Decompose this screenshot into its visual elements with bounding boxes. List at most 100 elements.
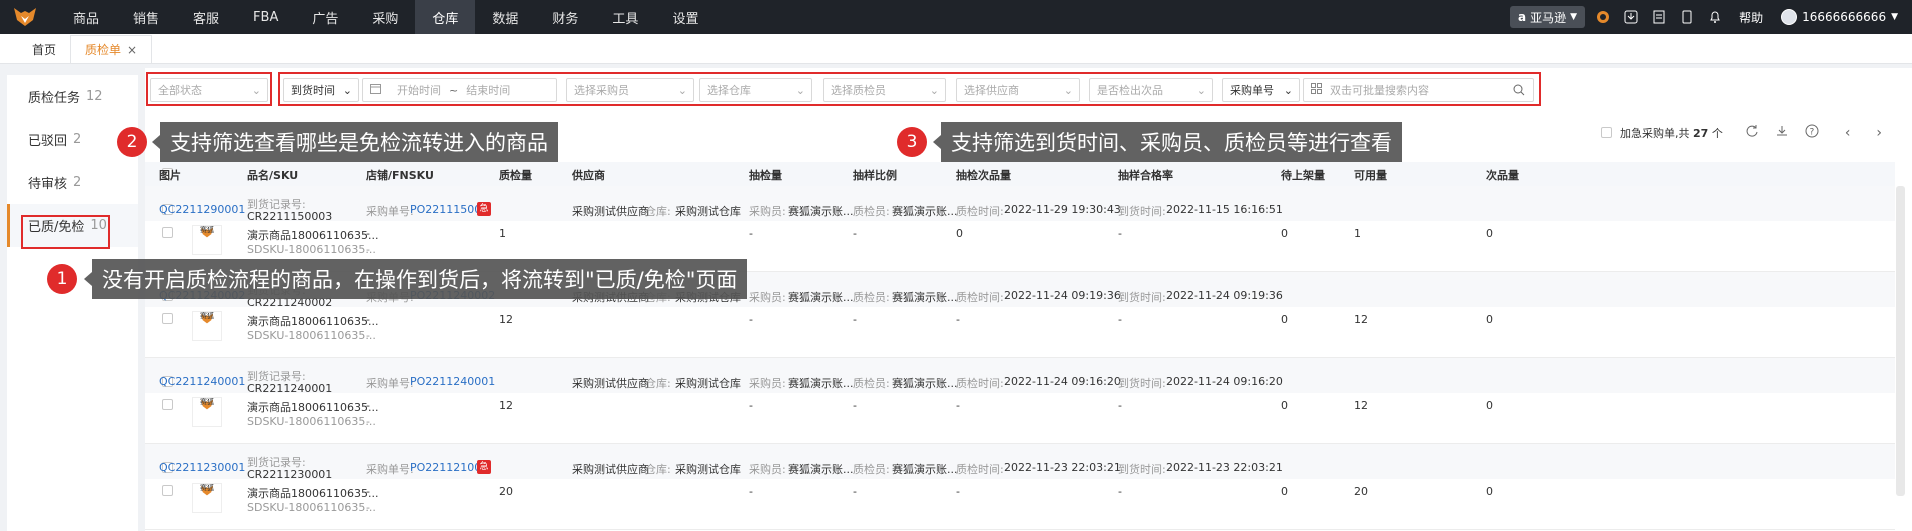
qc-order-link[interactable]: QC2211240001 bbox=[159, 375, 245, 388]
column-header: 抽检量 bbox=[749, 169, 782, 182]
qc-time: 2022-11-24 09:16:20 bbox=[1004, 375, 1121, 388]
sample-ratio: - bbox=[853, 227, 857, 240]
qc-time: 2022-11-23 22:03:21 bbox=[1004, 461, 1121, 474]
product-name: 演示商品18006110635... bbox=[247, 401, 379, 414]
fnsku: - bbox=[366, 329, 370, 342]
qc-order-link[interactable]: QC2211230001 bbox=[159, 461, 245, 474]
inspector-label: 质检员: bbox=[853, 463, 890, 476]
nav-item[interactable]: 工具 bbox=[595, 0, 655, 34]
fnsku: - bbox=[366, 243, 370, 256]
product-image[interactable]: 赛狐 bbox=[192, 225, 222, 255]
item-checkbox[interactable] bbox=[162, 313, 173, 324]
record-header-row: QC2211290001 到货记录号: CR2211150003 采购单号: PO221… bbox=[145, 186, 1895, 223]
available-quantity: 1 bbox=[1354, 227, 1361, 240]
buyer-label: 采购员: bbox=[749, 205, 786, 218]
next-page-icon[interactable]: › bbox=[1876, 125, 1882, 141]
sample-quantity: - bbox=[749, 399, 753, 412]
pass-rate: - bbox=[1118, 399, 1122, 412]
help-icon[interactable]: ? bbox=[1805, 124, 1819, 141]
vertical-scrollbar[interactable] bbox=[1896, 186, 1905, 496]
sample-ratio: - bbox=[853, 399, 857, 412]
nav-item[interactable]: 销售 bbox=[116, 0, 176, 34]
buyer-name: 赛狐演示账... bbox=[788, 463, 854, 476]
qc-order-link[interactable]: QC2211290001 bbox=[159, 203, 245, 216]
nav-item[interactable]: 仓库 bbox=[415, 0, 476, 34]
product-sku: SDSKU-18006110635... bbox=[247, 415, 376, 428]
shop-name: - bbox=[366, 485, 370, 498]
tab-qc-orders[interactable]: 质检单 × bbox=[70, 35, 153, 63]
defect-quantity: 0 bbox=[1486, 485, 1493, 498]
download-icon[interactable] bbox=[1621, 7, 1641, 27]
pending-shelf-quantity: 0 bbox=[1281, 485, 1288, 498]
product-image[interactable]: 赛狐 bbox=[192, 311, 222, 341]
app-logo-icon[interactable] bbox=[0, 0, 50, 34]
inspector-name: 赛狐演示账... bbox=[892, 377, 958, 390]
nav-item[interactable]: 财务 bbox=[535, 0, 595, 34]
buyer-name: 赛狐演示账... bbox=[788, 291, 854, 304]
inspector-name: 赛狐演示账... bbox=[892, 463, 958, 476]
refresh-icon[interactable] bbox=[1745, 124, 1759, 141]
bell-icon[interactable] bbox=[1705, 7, 1725, 27]
help-link[interactable]: 帮助 bbox=[1739, 9, 1763, 26]
item-row: 赛狐 演示商品18006110635... SDSKU-18006110635...… bbox=[145, 393, 1895, 444]
available-quantity: 12 bbox=[1354, 313, 1368, 326]
nav-item[interactable]: 广告 bbox=[295, 0, 355, 34]
export-icon[interactable] bbox=[1775, 124, 1789, 141]
tab-label: 质检单 bbox=[85, 43, 122, 57]
sidebar-item[interactable]: 待审核 2 bbox=[7, 161, 138, 204]
warehouse-label: 仓库: bbox=[645, 377, 671, 390]
brand-label: 赛狐 bbox=[200, 226, 214, 234]
po-label: 采购单号: bbox=[366, 377, 414, 390]
nav-item[interactable]: 采购 bbox=[355, 0, 415, 34]
nav-item[interactable]: 数据 bbox=[475, 0, 535, 34]
pass-rate: - bbox=[1118, 485, 1122, 498]
item-checkbox[interactable] bbox=[162, 399, 173, 410]
callout-2: 支持筛选查看哪些是免检流转进入的商品 bbox=[152, 122, 558, 162]
inspector-label: 质检员: bbox=[853, 377, 890, 390]
nav-item[interactable]: FBA bbox=[236, 0, 295, 34]
urgent-checkbox[interactable] bbox=[1601, 127, 1612, 138]
user-account: 16666666666 bbox=[1802, 10, 1887, 24]
po-label: 采购单号: bbox=[366, 205, 414, 218]
svg-text:?: ? bbox=[1809, 128, 1814, 138]
mobile-icon[interactable] bbox=[1677, 7, 1697, 27]
annotation-box-status bbox=[146, 72, 272, 106]
product-image[interactable]: 赛狐 bbox=[192, 483, 222, 513]
brand-label: 赛狐 bbox=[200, 484, 214, 492]
task-list-icon[interactable] bbox=[1649, 7, 1669, 27]
sample-ratio: - bbox=[853, 313, 857, 326]
table-toolbar: 加急采购单,共 27 个 ? ‹ › bbox=[1601, 124, 1882, 141]
tab-home[interactable]: 首页 bbox=[18, 35, 70, 63]
prev-page-icon[interactable]: ‹ bbox=[1845, 125, 1851, 141]
shop-name: - bbox=[366, 313, 370, 326]
nav-item[interactable]: 商品 bbox=[56, 0, 116, 34]
sidebar-item-count: 2 bbox=[73, 175, 82, 190]
callout-text: 支持筛选到货时间、采购员、质检员等进行查看 bbox=[951, 131, 1392, 155]
sidebar-item[interactable]: 质检任务 12 bbox=[7, 75, 138, 118]
warehouse-name: 采购测试仓库 bbox=[675, 377, 741, 390]
record-header-row: QC2211240001 到货记录号: CR2211240001 采购单号: PO221… bbox=[145, 358, 1895, 395]
item-checkbox[interactable] bbox=[162, 485, 173, 496]
qc-quantity: 12 bbox=[499, 313, 513, 326]
urgent-badge: 急 bbox=[477, 460, 491, 474]
user-menu[interactable]: 16666666666 ▼ bbox=[1781, 9, 1898, 25]
sample-defect-quantity: - bbox=[956, 485, 960, 498]
item-checkbox[interactable] bbox=[162, 227, 173, 238]
urgent-badge: 急 bbox=[477, 202, 491, 216]
coin-icon[interactable] bbox=[1593, 7, 1613, 27]
nav-item[interactable]: 设置 bbox=[655, 0, 715, 34]
brand-label: 赛狐 bbox=[200, 398, 214, 406]
annotation-box-filters bbox=[278, 72, 1541, 106]
qc-time-label: 质检时间: bbox=[956, 463, 1004, 476]
qc-time: 2022-11-24 09:19:36 bbox=[1004, 289, 1121, 302]
close-icon[interactable]: × bbox=[127, 43, 137, 57]
po-link[interactable]: PO2211240001 bbox=[410, 375, 495, 388]
arrival-time-label: 到货时间: bbox=[1118, 377, 1166, 390]
nav-item[interactable]: 客服 bbox=[176, 0, 236, 34]
qc-quantity: 12 bbox=[499, 399, 513, 412]
amazon-platform-select[interactable]: a 亚马逊 ▼ bbox=[1510, 6, 1586, 28]
product-image[interactable]: 赛狐 bbox=[192, 397, 222, 427]
sidebar-item-count: 2 bbox=[73, 132, 82, 147]
qc-time-label: 质检时间: bbox=[956, 205, 1004, 218]
arrival-time-label: 到货时间: bbox=[1118, 291, 1166, 304]
